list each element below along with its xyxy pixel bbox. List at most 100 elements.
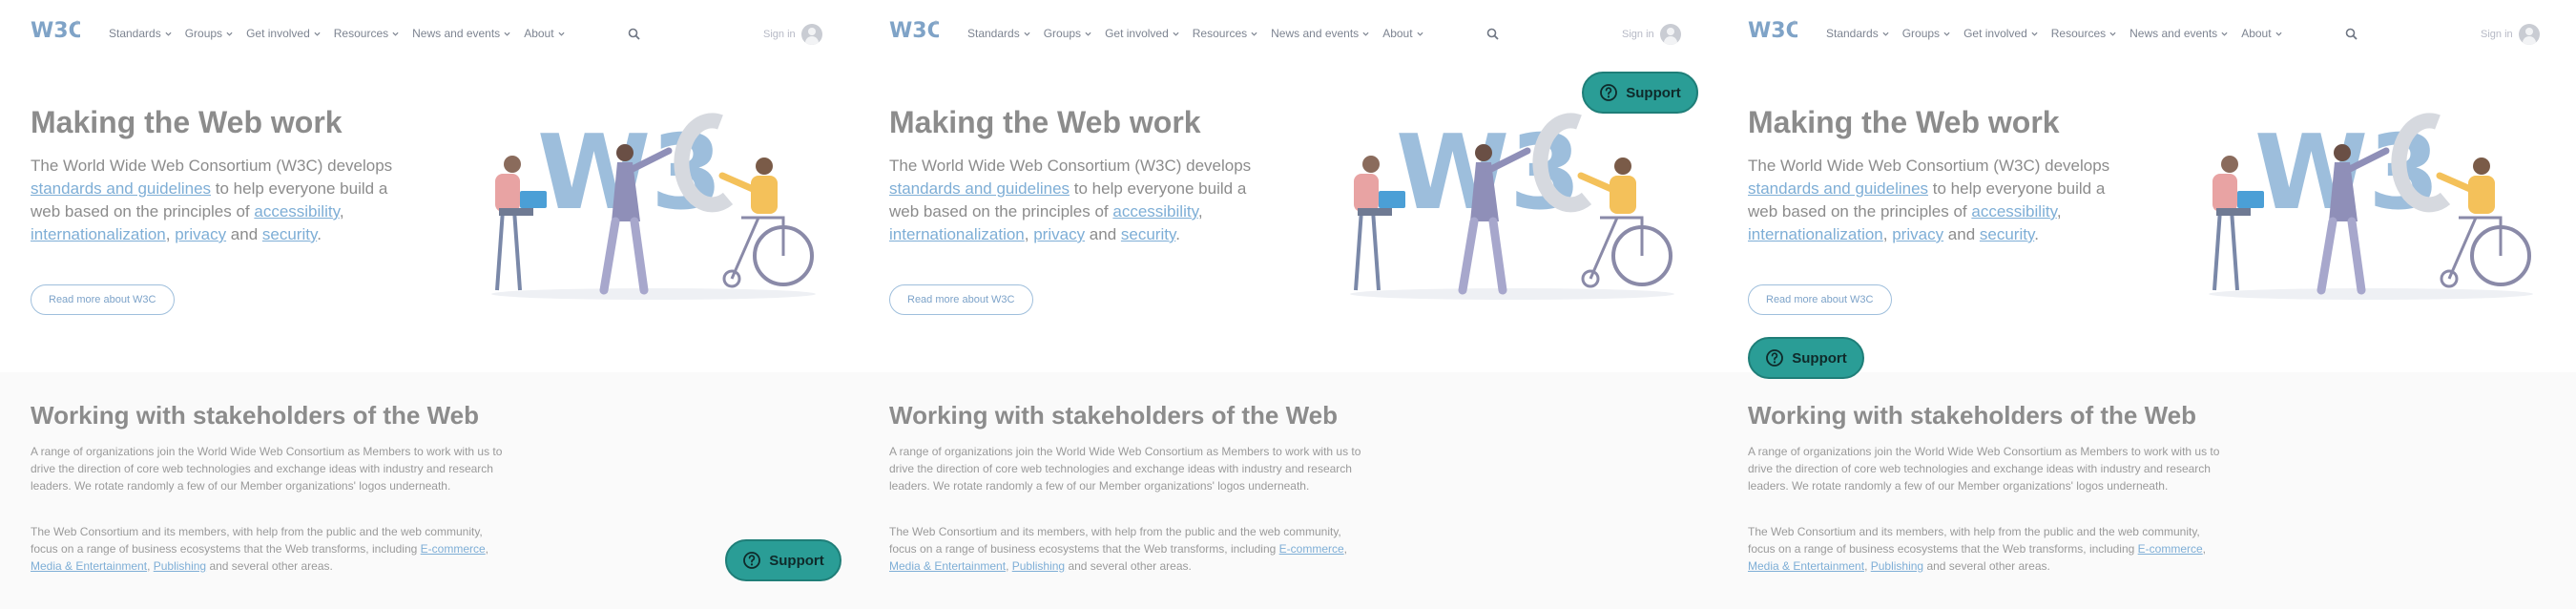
- nav-get-involved[interactable]: Get involved: [1963, 27, 2038, 40]
- link-publishing[interactable]: Publishing: [154, 559, 206, 573]
- chevron-down-icon: [165, 32, 172, 36]
- stakeholders-paragraph-2: The Web Consortium and its members, with…: [31, 525, 489, 573]
- support-button[interactable]: Support: [725, 539, 841, 581]
- link-standards-and-guidelines[interactable]: standards and guidelines: [31, 179, 211, 198]
- read-more-button[interactable]: Read more about W3C: [889, 284, 1033, 315]
- chevron-down-icon: [314, 32, 321, 36]
- svg-text:W3C: W3C: [889, 19, 939, 42]
- link-publishing[interactable]: Publishing: [1012, 559, 1065, 573]
- nav-about[interactable]: About: [524, 27, 565, 40]
- link-security[interactable]: security: [1121, 225, 1175, 243]
- question-circle-icon: [1766, 349, 1784, 367]
- link-standards-and-guidelines[interactable]: standards and guidelines: [889, 179, 1070, 198]
- hero-illustration: W3: [2209, 113, 2533, 300]
- nav-resources[interactable]: Resources: [1193, 27, 1257, 40]
- site-header: W3C ® Standards Groups Get involved Reso…: [1717, 0, 2576, 69]
- support-button[interactable]: Support: [1748, 337, 1864, 379]
- link-security[interactable]: security: [1980, 225, 2034, 243]
- link-privacy[interactable]: privacy: [175, 225, 226, 243]
- link-internationalization[interactable]: internationalization: [1748, 225, 1883, 243]
- stakeholders-paragraph-1: A range of organizations join the World …: [1748, 445, 2220, 493]
- link-publishing[interactable]: Publishing: [1871, 559, 1923, 573]
- link-privacy[interactable]: privacy: [1892, 225, 1943, 243]
- sign-in-link[interactable]: Sign in: [1622, 24, 1681, 45]
- hero-illustration: W3: [1350, 113, 1674, 300]
- question-circle-icon: [743, 552, 761, 569]
- link-media-entertainment[interactable]: Media & Entertainment: [889, 559, 1006, 573]
- avatar-icon: [800, 24, 822, 45]
- avatar-icon: [2518, 24, 2540, 45]
- link-e-commerce[interactable]: E-commerce: [2138, 542, 2203, 556]
- nav-get-involved[interactable]: Get involved: [1105, 27, 1179, 40]
- search-icon[interactable]: [628, 28, 640, 40]
- link-privacy[interactable]: privacy: [1033, 225, 1085, 243]
- link-security[interactable]: security: [262, 225, 317, 243]
- nav-news-and-events[interactable]: News and events: [412, 27, 510, 40]
- stakeholders-paragraph-2: The Web Consortium and its members, with…: [889, 525, 1348, 573]
- chevron-down-icon: [1882, 32, 1889, 36]
- chevron-down-icon: [558, 32, 565, 36]
- chevron-down-icon: [1943, 32, 1950, 36]
- nav-groups[interactable]: Groups: [1044, 27, 1091, 40]
- main-nav: Standards Groups Get involved Resources …: [1826, 27, 2282, 40]
- nav-news-and-events[interactable]: News and events: [1271, 27, 1369, 40]
- nav-standards[interactable]: Standards: [967, 27, 1030, 40]
- nav-groups[interactable]: Groups: [1902, 27, 1950, 40]
- chevron-down-icon: [504, 32, 510, 36]
- link-accessibility[interactable]: accessibility: [254, 202, 339, 220]
- chevron-down-icon: [2275, 32, 2282, 36]
- nav-standards[interactable]: Standards: [1826, 27, 1889, 40]
- hero-description: The World Wide Web Consortium (W3C) deve…: [31, 157, 393, 243]
- link-media-entertainment[interactable]: Media & Entertainment: [1748, 559, 1864, 573]
- link-e-commerce[interactable]: E-commerce: [1279, 542, 1344, 556]
- sign-in-link[interactable]: Sign in: [763, 24, 822, 45]
- sign-in-link[interactable]: Sign in: [2481, 24, 2540, 45]
- svg-text:®: ®: [933, 20, 939, 27]
- w3c-logo[interactable]: W3C ®: [31, 17, 80, 42]
- link-internationalization[interactable]: internationalization: [31, 225, 166, 243]
- w3c-logo[interactable]: W3C ®: [1748, 17, 1797, 42]
- link-internationalization[interactable]: internationalization: [889, 225, 1025, 243]
- page-panel-2: W3C ® Standards Groups Get involved Reso…: [859, 0, 1717, 609]
- stakeholders-section: Working with stakeholders of the Web A r…: [859, 372, 1717, 609]
- read-more-button[interactable]: Read more about W3C: [1748, 284, 1892, 315]
- link-media-entertainment[interactable]: Media & Entertainment: [31, 559, 147, 573]
- chevron-down-icon: [1417, 32, 1423, 36]
- stakeholders-title: Working with stakeholders of the Web: [31, 401, 479, 430]
- link-standards-and-guidelines[interactable]: standards and guidelines: [1748, 179, 1928, 198]
- link-accessibility[interactable]: accessibility: [1971, 202, 2056, 220]
- svg-text:W3C: W3C: [1748, 19, 1797, 42]
- w3c-logo[interactable]: W3C ®: [889, 17, 939, 42]
- chevron-down-icon: [1085, 32, 1091, 36]
- chevron-down-icon: [2221, 32, 2228, 36]
- stakeholders-paragraph-1: A range of organizations join the World …: [31, 445, 503, 493]
- hero-title: Making the Web work: [31, 105, 343, 139]
- stakeholders-section: Working with stakeholders of the Web A r…: [1717, 372, 2576, 609]
- stakeholders-paragraph-2: The Web Consortium and its members, with…: [1748, 525, 2207, 573]
- link-e-commerce[interactable]: E-commerce: [421, 542, 486, 556]
- nav-news-and-events[interactable]: News and events: [2129, 27, 2228, 40]
- svg-text:®: ®: [1792, 20, 1797, 27]
- chevron-down-icon: [1251, 32, 1257, 36]
- question-circle-icon: [1600, 84, 1618, 101]
- read-more-button[interactable]: Read more about W3C: [31, 284, 175, 315]
- svg-text:®: ®: [74, 20, 80, 27]
- search-icon[interactable]: [2345, 28, 2358, 40]
- nav-about[interactable]: About: [1382, 27, 1423, 40]
- support-button[interactable]: Support: [1582, 72, 1698, 114]
- nav-standards[interactable]: Standards: [109, 27, 172, 40]
- stakeholders-title: Working with stakeholders of the Web: [889, 401, 1338, 430]
- nav-resources[interactable]: Resources: [334, 27, 399, 40]
- nav-groups[interactable]: Groups: [185, 27, 233, 40]
- nav-about[interactable]: About: [2241, 27, 2282, 40]
- search-icon[interactable]: [1486, 28, 1499, 40]
- nav-resources[interactable]: Resources: [2051, 27, 2116, 40]
- link-accessibility[interactable]: accessibility: [1112, 202, 1197, 220]
- chevron-down-icon: [1362, 32, 1369, 36]
- nav-get-involved[interactable]: Get involved: [246, 27, 321, 40]
- hero-description: The World Wide Web Consortium (W3C) deve…: [1748, 157, 2110, 243]
- hero-description: The World Wide Web Consortium (W3C) deve…: [889, 157, 1252, 243]
- page-panel-1: W3C ® Standards Groups Get involved Reso…: [0, 0, 859, 609]
- site-header: W3C ® Standards Groups Get involved Reso…: [859, 0, 1717, 69]
- stakeholders-title: Working with stakeholders of the Web: [1748, 401, 2196, 430]
